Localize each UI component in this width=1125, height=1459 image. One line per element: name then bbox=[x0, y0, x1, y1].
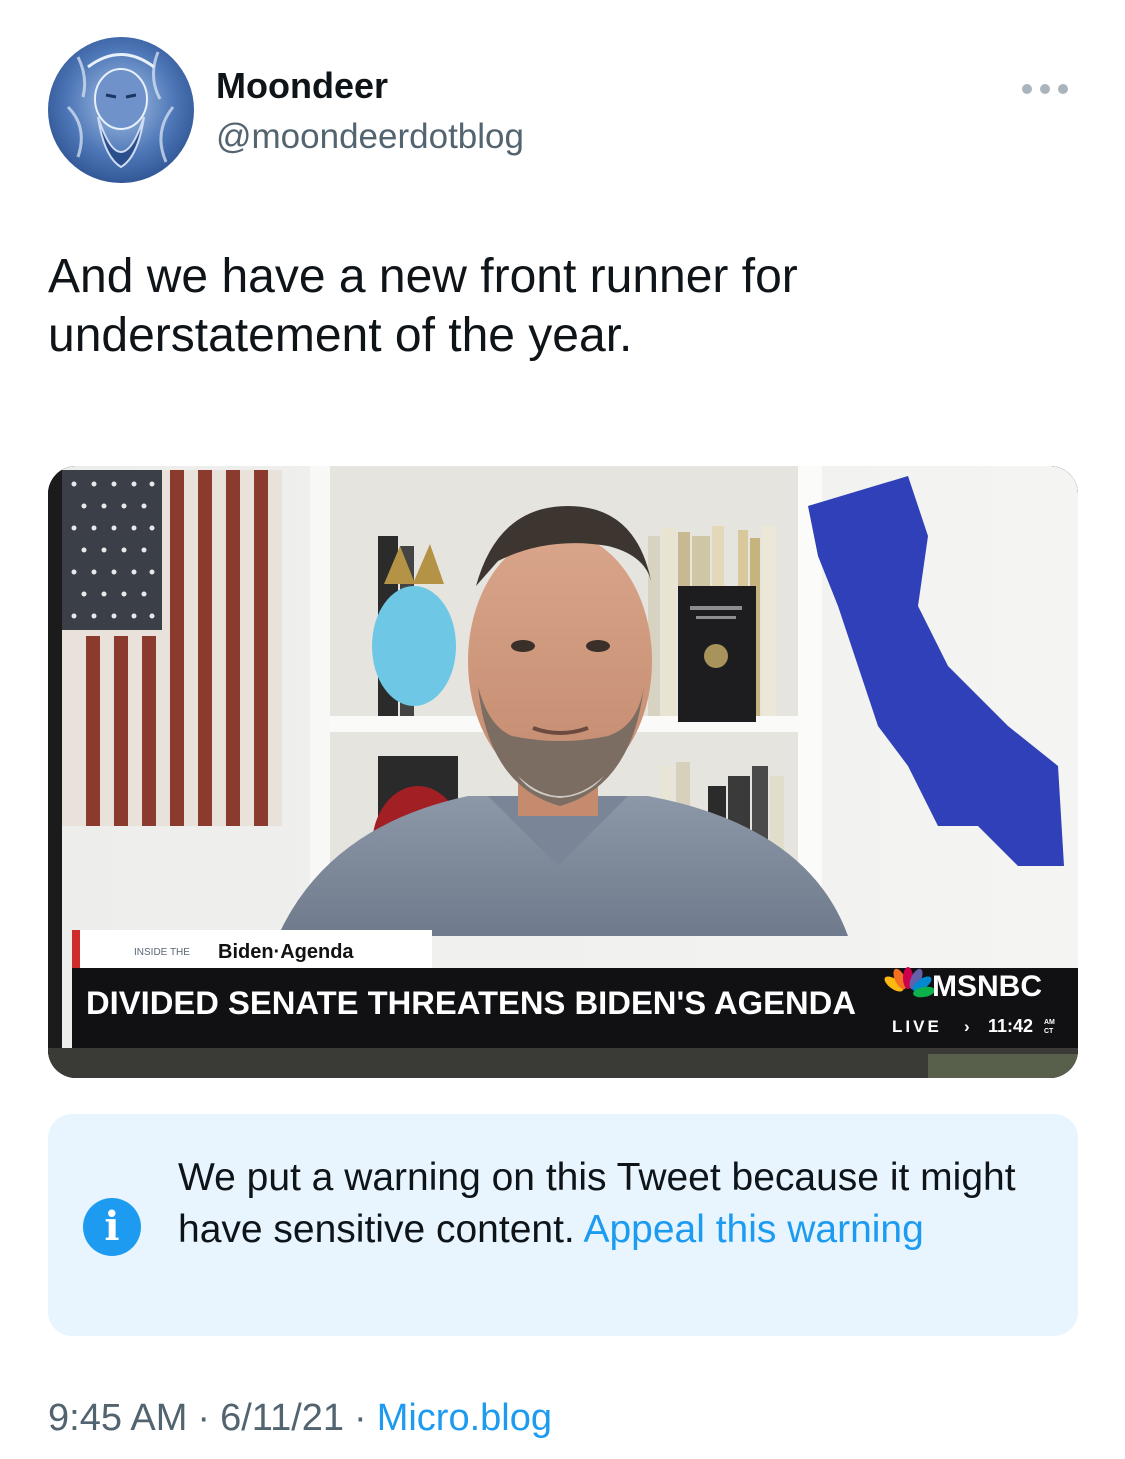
chyron-inside-the: INSIDE THE bbox=[134, 947, 190, 958]
avatar[interactable] bbox=[48, 37, 194, 183]
author-handle[interactable]: @moondeerdotblog bbox=[216, 117, 524, 157]
more-dot-icon bbox=[1022, 84, 1032, 94]
more-dot-icon bbox=[1040, 84, 1050, 94]
chyron-show-name: Biden·Agenda bbox=[218, 941, 354, 963]
meta-separator: · bbox=[197, 1397, 211, 1439]
more-dot-icon bbox=[1058, 84, 1068, 94]
sensitive-content-warning: i We put a warning on this Tweet because… bbox=[48, 1114, 1078, 1336]
tweet-text-line: And we have a new front runner for bbox=[48, 250, 798, 303]
author-name[interactable]: Moondeer bbox=[216, 65, 388, 107]
tweet-metadata: 9:45 AM · 6/11/21 · Micro.blog bbox=[48, 1397, 552, 1440]
live-label: LIVE bbox=[892, 1017, 942, 1036]
flag-decor bbox=[62, 470, 282, 826]
broadcast-time-zone: CT bbox=[1044, 1028, 1054, 1035]
tweet-date[interactable]: 6/11/21 bbox=[220, 1397, 344, 1439]
warning-text: We put a warning on this Tweet because i… bbox=[178, 1152, 1038, 1256]
tweet-header: Moondeer @moondeerdotblog bbox=[48, 37, 1078, 183]
network-logo: MSNBC bbox=[932, 970, 1042, 1003]
chyron-headline: DIVIDED SENATE THREATENS BIDEN'S AGENDA bbox=[86, 985, 856, 1021]
tweet-media-image[interactable]: INSIDE THE Biden·Agenda DIVIDED SENATE T… bbox=[48, 466, 1078, 1078]
more-options-button[interactable] bbox=[1018, 77, 1072, 101]
tweet-time[interactable]: 9:45 AM bbox=[48, 1397, 187, 1439]
meta-separator: · bbox=[354, 1397, 367, 1439]
broadcast-time: 11:42 bbox=[988, 1016, 1033, 1036]
tweet-source-link[interactable]: Micro.blog bbox=[377, 1397, 552, 1439]
info-icon: i bbox=[83, 1198, 141, 1256]
live-chevron: › bbox=[964, 1017, 970, 1036]
appeal-warning-link[interactable]: Appeal this warning bbox=[583, 1208, 923, 1251]
broadcast-time-am: AM bbox=[1044, 1019, 1055, 1026]
tweet-text: And we have a new front runner for under… bbox=[48, 248, 1078, 365]
tweet-text-line: understatement of the year. bbox=[48, 308, 633, 362]
